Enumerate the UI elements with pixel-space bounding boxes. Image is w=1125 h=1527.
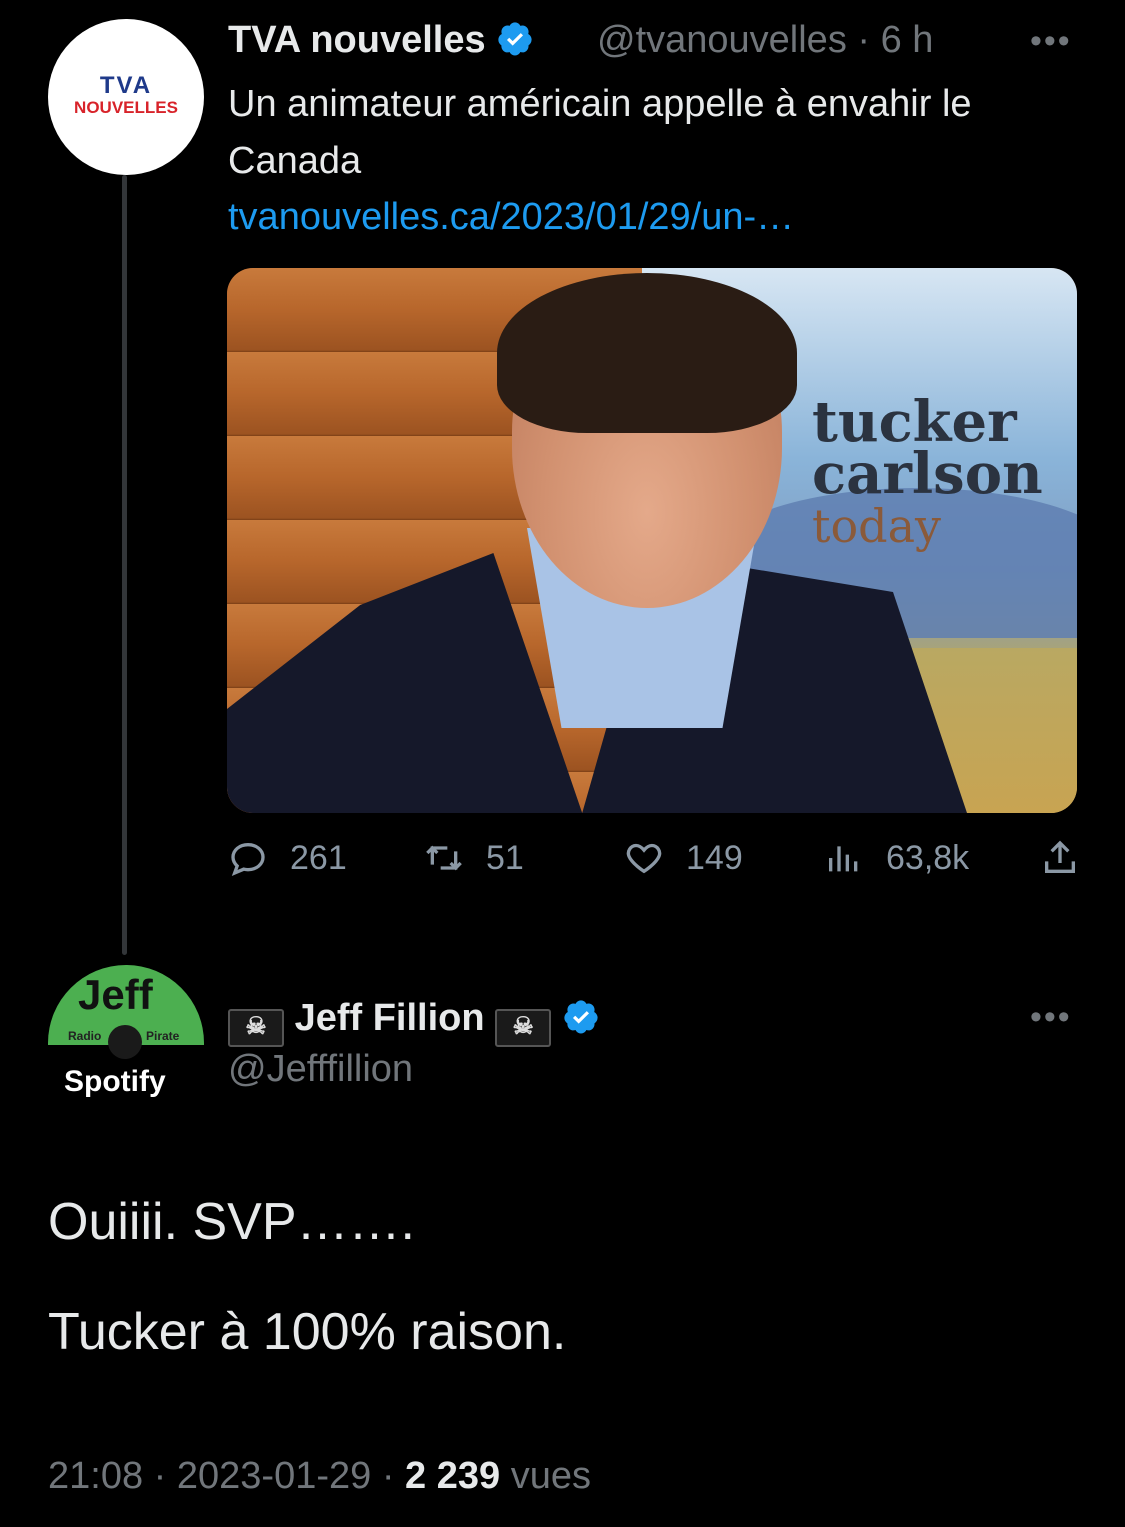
reply-display-name[interactable]: Jeff Fillion (295, 997, 485, 1039)
more-icon[interactable]: ••• (1030, 22, 1072, 61)
reply-views-count: 2 239 (405, 1455, 501, 1497)
show-logo: tucker carlson today (812, 394, 1043, 553)
reply-views-label: vues (510, 1455, 591, 1497)
avatar-spotify-text: Spotify (64, 1065, 166, 1098)
more-icon[interactable]: ••• (1030, 998, 1072, 1037)
like-icon (626, 843, 662, 874)
reply-icon (231, 842, 265, 877)
views-count: 63,8k (886, 838, 970, 877)
reply-text-line1: Ouiiii. SVP……. (48, 1193, 415, 1251)
separator-dot: · (857, 19, 881, 61)
share-icon (1045, 840, 1075, 873)
tva-logo-top: TVA (99, 72, 153, 99)
tva-logo-bottom: NOUVELLES (74, 98, 178, 117)
views-button[interactable]: 63,8k (824, 838, 969, 878)
tweet-action-bar: 261 51 149 63,8k (228, 838, 1088, 888)
parent-time[interactable]: 6 h (881, 19, 934, 61)
parent-tweet-link[interactable]: tvanouvelles.ca/2023/01/29/un-… (228, 192, 794, 242)
show-logo-line3: today (812, 499, 942, 553)
verified-badge-icon (498, 22, 532, 56)
thread-connector-line (122, 175, 127, 955)
separator-dot: · (153, 1455, 177, 1497)
views-icon (829, 846, 858, 872)
retweet-icon (426, 845, 462, 871)
retweet-count: 51 (486, 838, 524, 877)
separator-dot: · (381, 1455, 406, 1497)
avatar-pirate-text: Pirate (146, 1029, 180, 1043)
jeff-avatar[interactable]: Jeff Radio Pirate Spotify (48, 965, 204, 1105)
reply-text-line2: Tucker à 100% raison. (48, 1303, 567, 1361)
reply-metadata: 21:08 · 2023-01-29 · 2 239 vues (48, 1455, 591, 1498)
parent-display-name[interactable]: TVA nouvelles (228, 19, 486, 61)
pirate-flag-icon: ☠ (228, 1009, 284, 1047)
retweet-button[interactable]: 51 (424, 838, 524, 878)
like-count: 149 (686, 838, 743, 877)
share-button[interactable] (1040, 838, 1080, 878)
reply-handle[interactable]: @Jefffillion (228, 1048, 413, 1091)
reply-date[interactable]: 2023-01-29 (177, 1455, 371, 1497)
reply-time[interactable]: 21:08 (48, 1455, 143, 1497)
reply-author-name[interactable]: ☠ Jeff Fillion ☠ (228, 995, 600, 1047)
avatar-jeff-text: Jeff (78, 971, 153, 1018)
spotify-icon (108, 1025, 142, 1059)
reply-button[interactable]: 261 (228, 838, 347, 878)
like-button[interactable]: 149 (624, 838, 743, 878)
tweet-media-image[interactable]: tucker carlson today (227, 268, 1077, 813)
pirate-flag-icon: ☠ (495, 1009, 552, 1047)
avatar-radio-text: Radio (68, 1029, 102, 1043)
parent-tweet-text: Un animateur américain appelle à envahir… (228, 83, 972, 182)
verified-badge-icon (564, 1000, 598, 1034)
tva-avatar[interactable]: TVA NOUVELLES (48, 19, 204, 175)
parent-handle[interactable]: @tvanouvelles (597, 19, 847, 61)
parent-handle-time[interactable]: @tvanouvelles · 6 h (597, 18, 933, 62)
show-logo-line2: carlson (812, 441, 1043, 507)
parent-author-name[interactable]: TVA nouvelles (228, 18, 534, 62)
person-hair (497, 273, 797, 433)
reply-count: 261 (290, 838, 347, 877)
